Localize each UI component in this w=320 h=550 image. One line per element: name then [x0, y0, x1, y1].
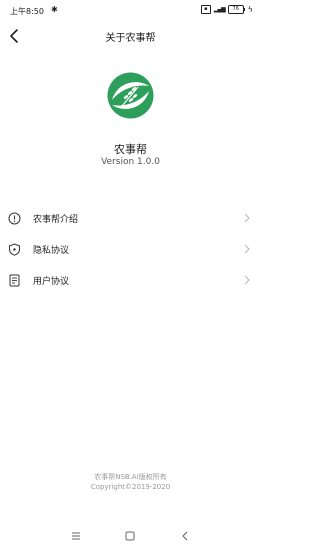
home-button[interactable] [123, 528, 137, 542]
system-back-button[interactable] [178, 528, 192, 542]
status-bar: 上午8:50 ✱ ▪ ▂▄▆ 76 ϟ [0, 0, 261, 22]
app-version: Version 1.0.0 [101, 157, 160, 167]
page-title: 关于农事帮 [105, 33, 156, 44]
nav-bar: 关于农事帮 [0, 22, 261, 50]
app-logo [107, 72, 154, 119]
battery-icon: 76 [227, 5, 245, 14]
document-icon [9, 274, 20, 287]
back-triangle-icon [182, 531, 188, 541]
app-name: 农事帮 [114, 143, 147, 156]
signal-icon: ▂▄▆ [213, 6, 226, 13]
recent-apps-button[interactable] [69, 528, 83, 542]
menu-icon [72, 532, 80, 540]
system-nav-bar [0, 524, 261, 546]
footer-copyright: Copyright©2019-2020 [90, 483, 171, 491]
bluetooth-icon: ✱ [51, 5, 58, 14]
footer-company: 农事帮NSB.AI版权所有 [94, 473, 167, 481]
status-indicators: ▪ ▂▄▆ 76 ϟ [200, 5, 253, 14]
menu-item-privacy[interactable]: 隐私协议 [0, 235, 261, 265]
menu-item-label: 隐私协议 [33, 246, 70, 256]
chevron-right-icon [244, 213, 250, 223]
chevron-right-icon [244, 275, 250, 285]
menu-item-introduction[interactable]: 农事帮介绍 [0, 204, 261, 234]
chevron-right-icon [244, 244, 250, 254]
menu-item-user-agreement[interactable]: 用户协议 [0, 266, 261, 296]
status-time: 上午8:50 [10, 7, 44, 16]
shield-icon [9, 243, 20, 256]
sim-icon: ▪ [200, 5, 211, 14]
battery-level: 76 [227, 5, 244, 14]
menu-item-label: 农事帮介绍 [33, 215, 79, 225]
info-icon [8, 212, 21, 225]
menu-item-label: 用户协议 [33, 277, 70, 287]
charging-icon: ϟ [247, 5, 253, 14]
home-square-icon [125, 531, 135, 541]
